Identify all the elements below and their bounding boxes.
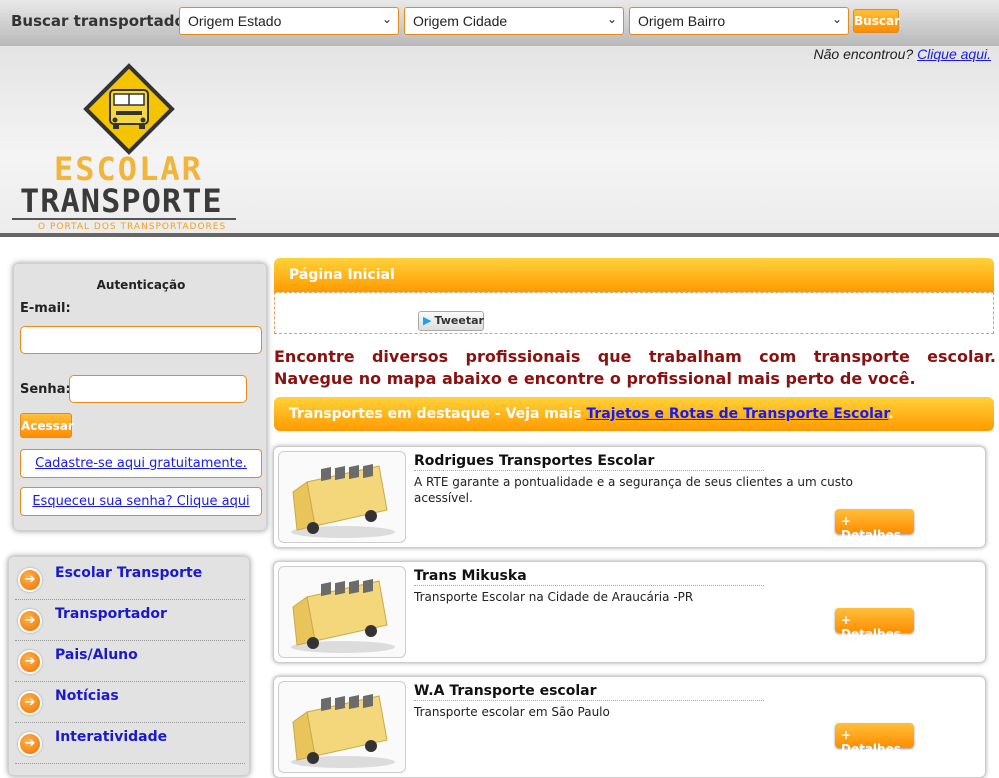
search-button[interactable]: Buscar: [853, 9, 900, 33]
card-description: A RTE garante a pontualidade e a seguran…: [414, 475, 854, 505]
home-title: Página Inicial: [289, 267, 395, 283]
school-bus-sign-icon: [83, 63, 175, 155]
search-label: Buscar transportador:: [11, 12, 199, 30]
card-title[interactable]: W.A Transporte escolar: [414, 683, 764, 701]
forgot-password-link[interactable]: Esqueceu sua senha? Clique aqui: [20, 487, 262, 516]
featured-title-bar: Transportes em destaque - Veja mais Traj…: [274, 397, 994, 431]
share-box: ▶ Tweetar: [274, 292, 994, 334]
cidade-select[interactable]: Origem Cidade ⌄: [404, 7, 624, 35]
cidade-select-value: Origem Cidade: [413, 13, 508, 29]
details-button[interactable]: + Detalhes: [835, 509, 914, 542]
featured-suffix: .: [888, 406, 894, 422]
chevron-down-icon: ⌄: [381, 12, 392, 26]
menu-item-noticias[interactable]: ➔ Notícias: [15, 682, 245, 723]
tweet-label: Tweetar: [434, 314, 484, 327]
click-here-link[interactable]: Clique aqui.: [917, 46, 991, 62]
menu-item-transportador[interactable]: ➔ Transportador: [15, 600, 245, 641]
logo-word-transporte: TRANSPORTE: [20, 182, 223, 220]
menu-item-label: Notícias: [55, 688, 119, 704]
auth-title: Autenticação: [96, 278, 186, 292]
card-description: Transporte Escolar na Cidade de Araucári…: [414, 590, 694, 604]
card-description: Transporte escolar em São Paulo: [414, 705, 610, 719]
chevron-down-icon: ⌄: [831, 12, 842, 26]
bus-thumbnail[interactable]: [278, 681, 406, 773]
menu-item-label: Interatividade: [55, 729, 168, 745]
school-bus-icon: [291, 694, 395, 768]
school-bus-icon: [291, 579, 395, 653]
routes-link[interactable]: Trajetos e Rotas de Transporte Escolar: [586, 406, 888, 422]
tweet-button[interactable]: ▶ Tweetar: [418, 311, 484, 331]
search-bar: Buscar transportador: Origem Estado ⌄ Or…: [0, 0, 999, 46]
featured-prefix: Transportes em destaque - Veja mais: [289, 406, 582, 422]
menu-item-escolar-transporte[interactable]: ➔ Escolar Transporte: [15, 559, 245, 600]
estado-select[interactable]: Origem Estado ⌄: [179, 7, 399, 35]
bus-thumbnail[interactable]: [278, 566, 406, 658]
twitter-bird-icon: ▶: [423, 314, 432, 327]
arrow-right-icon: ➔: [18, 650, 42, 674]
logo-underline: [12, 218, 236, 220]
bairro-select[interactable]: Origem Bairro ⌄: [629, 7, 849, 35]
details-button[interactable]: + Detalhes: [835, 723, 914, 756]
intro-text: Encontre diversos profissionais que trab…: [274, 347, 996, 388]
not-found-label: Não encontrou?: [813, 46, 914, 62]
side-menu: ➔ Escolar Transporte ➔ Transportador ➔ P…: [8, 556, 250, 776]
register-link[interactable]: Cadastre-se aqui gratuitamente.: [20, 449, 262, 478]
email-field[interactable]: [20, 326, 262, 354]
menu-item-label: Transportador: [55, 606, 167, 622]
not-found-text: Não encontrou? Clique aqui.: [814, 46, 991, 62]
arrow-right-icon: ➔: [18, 732, 42, 756]
estado-select-value: Origem Estado: [188, 13, 282, 29]
bus-thumbnail[interactable]: [278, 451, 406, 543]
school-bus-icon: [291, 464, 395, 538]
card-title[interactable]: Trans Mikuska: [414, 568, 764, 586]
bairro-select-value: Origem Bairro: [638, 13, 726, 29]
transporter-card[interactable]: W.A Transporte escolar Transporte escola…: [273, 676, 986, 778]
card-title[interactable]: Rodrigues Transportes Escolar: [414, 453, 764, 471]
site-logo[interactable]: ESCOLAR TRANSPORTE O PORTAL DOS TRANSPOR…: [10, 62, 238, 237]
login-button[interactable]: Acessar: [20, 413, 74, 438]
menu-item-pais-aluno[interactable]: ➔ Pais/Aluno: [15, 641, 245, 682]
arrow-right-icon: ➔: [18, 609, 42, 633]
password-field[interactable]: [69, 375, 247, 403]
details-button[interactable]: + Detalhes: [835, 608, 914, 641]
menu-item-interatividade[interactable]: ➔ Interatividade: [15, 723, 245, 764]
password-label: Senha:: [20, 382, 71, 397]
email-label: E-mail:: [20, 301, 71, 316]
transporter-card[interactable]: Rodrigues Transportes Escolar A RTE gara…: [273, 446, 986, 548]
chevron-down-icon: ⌄: [606, 12, 617, 26]
home-title-bar: Página Inicial: [274, 258, 994, 292]
menu-item-label: Pais/Aluno: [55, 647, 138, 663]
logo-subtitle: O PORTAL DOS TRANSPORTADORES: [38, 222, 227, 232]
arrow-right-icon: ➔: [18, 691, 42, 715]
arrow-right-icon: ➔: [18, 568, 42, 592]
transporter-card[interactable]: Trans Mikuska Transporte Escolar na Cida…: [273, 561, 986, 663]
menu-item-label: Escolar Transporte: [55, 565, 203, 581]
auth-box: Autenticação E-mail: Senha: Acessar Cada…: [13, 263, 267, 531]
